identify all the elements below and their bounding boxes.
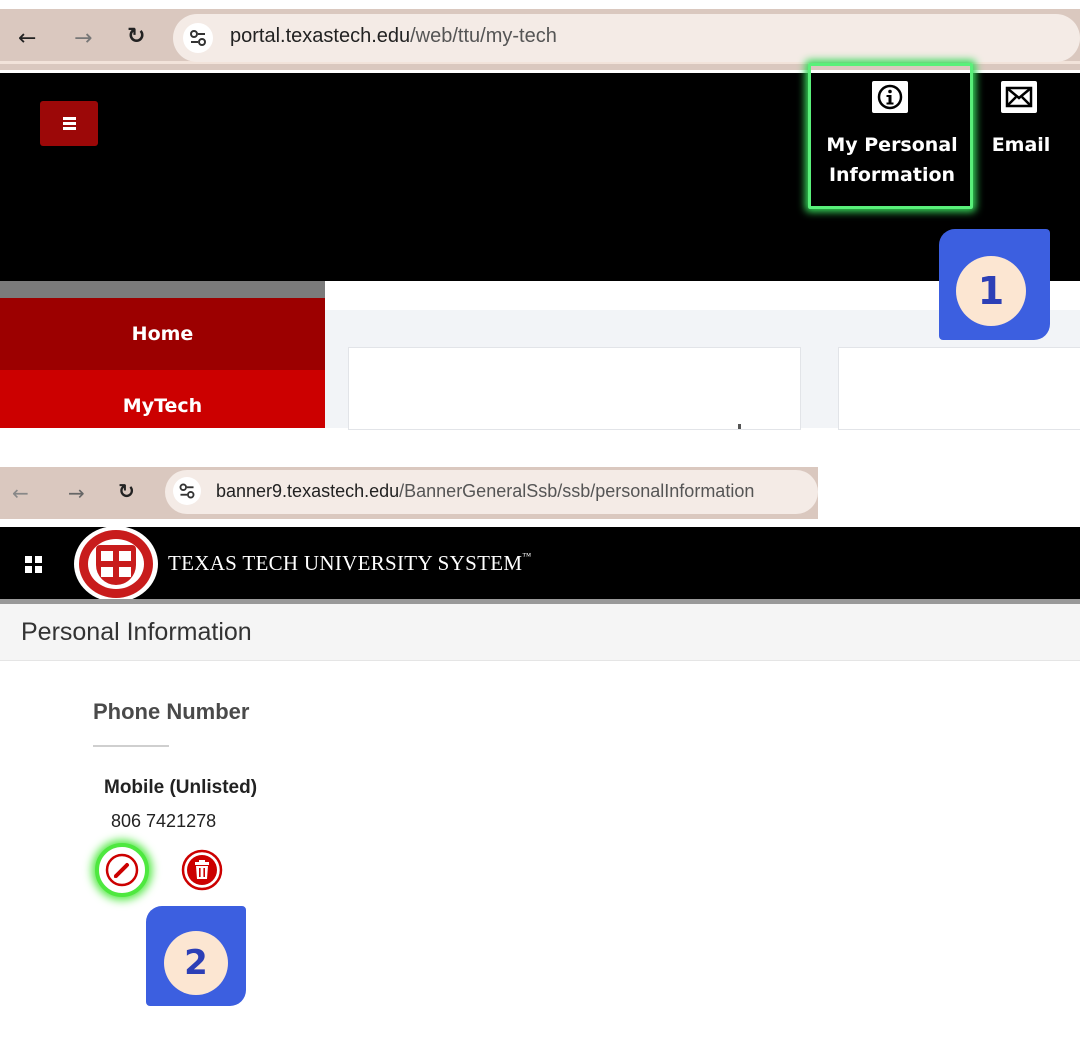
url-host: portal.texastech.edu (230, 25, 411, 47)
url-host: banner9.texastech.edu (216, 481, 400, 501)
phone-number-value: 806 7421278 (111, 811, 217, 831)
system-name-text: TEXAS TECH UNIVERSITY SYSTEM (168, 551, 523, 575)
sidebar-item-home[interactable]: Home (0, 298, 325, 370)
hamburger-menu-icon[interactable] (40, 101, 98, 146)
edit-phone-button[interactable] (95, 843, 149, 897)
site-settings-icon[interactable] (173, 477, 201, 505)
url-text[interactable]: portal.texastech.edu/web/ttu/my-tech (230, 25, 557, 48)
site-settings-icon[interactable] (183, 23, 213, 53)
my-personal-information-link[interactable]: My Personal Information (818, 130, 966, 190)
my-personal-information-line1: My Personal (826, 134, 958, 156)
back-arrow-icon[interactable]: ← (18, 28, 36, 50)
sidebar-item-mytech[interactable]: MyTech (0, 370, 325, 428)
email-link[interactable]: Email (990, 130, 1052, 160)
step-badge-2: 2 (146, 906, 246, 1006)
reload-icon[interactable]: ↻ (118, 480, 135, 502)
portal-card (348, 347, 801, 430)
info-icon[interactable] (872, 81, 908, 113)
heading-underline (93, 745, 169, 747)
forward-arrow-icon[interactable]: → (68, 482, 85, 504)
phone-number-heading: Phone Number (93, 699, 250, 724)
sidebar-top-bar (0, 281, 325, 298)
step-number: 2 (164, 931, 228, 995)
url-text[interactable]: banner9.texastech.edu/BannerGeneralSsb/s… (216, 481, 754, 502)
phone-type-label: Mobile (Unlisted) (104, 777, 258, 798)
apps-grid-icon[interactable] (25, 556, 43, 574)
university-seal-icon[interactable] (74, 526, 158, 602)
portal-card (838, 347, 1080, 430)
url-path: /BannerGeneralSsb/ssb/personalInformatio… (399, 481, 755, 501)
page-title: Personal Information (21, 618, 252, 646)
step-badge-1: 1 (939, 229, 1050, 340)
reload-icon[interactable]: ↻ (127, 26, 145, 48)
delete-phone-button[interactable] (180, 848, 224, 892)
trademark-mark: ™ (522, 551, 532, 561)
forward-arrow-icon[interactable]: → (74, 28, 92, 50)
my-personal-information-line2: Information (828, 164, 956, 186)
url-path: /web/ttu/my-tech (410, 25, 557, 47)
banner-header (0, 527, 1080, 599)
back-arrow-icon[interactable]: ← (12, 482, 29, 504)
pencil-icon (105, 853, 139, 887)
trash-icon (181, 849, 223, 891)
mail-icon[interactable] (1001, 81, 1037, 113)
system-name: TEXAS TECH UNIVERSITY SYSTEM™ (168, 551, 531, 576)
step-number: 1 (956, 256, 1026, 326)
